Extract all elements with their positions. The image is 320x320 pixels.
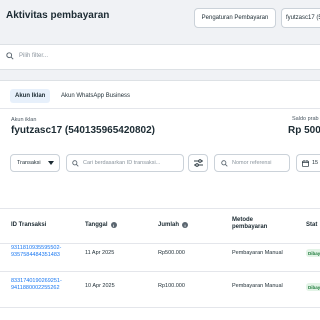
calendar-icon bbox=[302, 159, 309, 167]
column-payment-method[interactable]: Metode pembayaran bbox=[232, 217, 267, 230]
tab-ad-account[interactable]: Akun Iklan bbox=[10, 89, 51, 103]
account-name: fyutzasc17 (540135965420802) bbox=[11, 125, 155, 136]
filter-options-button[interactable] bbox=[188, 154, 208, 172]
table-row[interactable]: 9311810935595502- 9357584484351483 11 Ap… bbox=[0, 236, 320, 272]
payment-method: Pembayaran Manual bbox=[232, 283, 283, 289]
column-transaction-id[interactable]: ID Transaksi bbox=[11, 222, 46, 228]
payment-settings-button[interactable]: Pengaturan Pembayaran bbox=[194, 8, 276, 28]
info-icon[interactable]: i bbox=[182, 222, 189, 228]
search-icon bbox=[6, 52, 14, 60]
filter-search[interactable]: Pilih filter... bbox=[6, 52, 48, 60]
transaction-type-label: Transaksi bbox=[17, 160, 41, 166]
payment-method: Pembayaran Manual bbox=[232, 250, 283, 256]
tab-bar: Akun Iklan Akun WhatsApp Business bbox=[0, 81, 320, 109]
reference-number-placeholder: Nomor referensi bbox=[232, 160, 272, 166]
info-icon[interactable]: i bbox=[110, 222, 117, 228]
tab-whatsapp-business[interactable]: Akun WhatsApp Business bbox=[56, 89, 135, 103]
column-status[interactable]: Stat bbox=[306, 222, 317, 228]
transaction-id-link[interactable]: 9311810935595502- 9357584484351483 bbox=[11, 245, 61, 259]
transaction-search-input[interactable]: Cari berdasarkan ID transaksi... bbox=[66, 154, 184, 172]
caret-down-icon bbox=[48, 161, 54, 165]
column-date[interactable]: Tanggal i bbox=[85, 222, 117, 228]
page-header: Aktivitas pembayaran Pengaturan Pembayar… bbox=[0, 0, 320, 36]
table-row[interactable]: 8331740190269251- 9411880002255262 10 Ap… bbox=[0, 272, 320, 308]
transaction-date: 11 Apr 2025 bbox=[85, 250, 115, 256]
transaction-amount: Rp100.000 bbox=[158, 283, 185, 289]
balance-label: Saldo prab bbox=[292, 116, 319, 122]
status-badge: Dibay bbox=[306, 283, 320, 291]
search-icon bbox=[72, 159, 79, 167]
account-selector[interactable]: fyutzasc17 (5 bbox=[281, 8, 320, 28]
account-label: Akun iklan bbox=[11, 117, 37, 123]
balance-value: Rp 500 bbox=[288, 125, 320, 136]
reference-number-input[interactable]: Nomor referensi bbox=[214, 154, 290, 172]
transaction-id-link[interactable]: 8331740190269251- 9411880002255262 bbox=[11, 278, 62, 292]
search-icon bbox=[221, 159, 228, 167]
filter-sliders-icon bbox=[193, 159, 203, 167]
date-range-picker[interactable]: 15 bbox=[296, 154, 320, 172]
filter-input[interactable]: Pilih filter... bbox=[19, 53, 48, 59]
transaction-date: 10 Apr 2025 bbox=[85, 283, 115, 289]
column-amount[interactable]: Jumlah i bbox=[158, 222, 189, 228]
transaction-type-dropdown[interactable]: Transaksi bbox=[10, 154, 60, 172]
page-title: Aktivitas pembayaran bbox=[6, 10, 110, 21]
date-range-value: 15 bbox=[312, 160, 319, 166]
filter-panel: Pilih filter... bbox=[0, 44, 320, 70]
status-badge: Dibay bbox=[306, 249, 320, 257]
transaction-amount: Rp500.000 bbox=[158, 250, 185, 256]
transaction-search-placeholder: Cari berdasarkan ID transaksi... bbox=[83, 160, 161, 166]
